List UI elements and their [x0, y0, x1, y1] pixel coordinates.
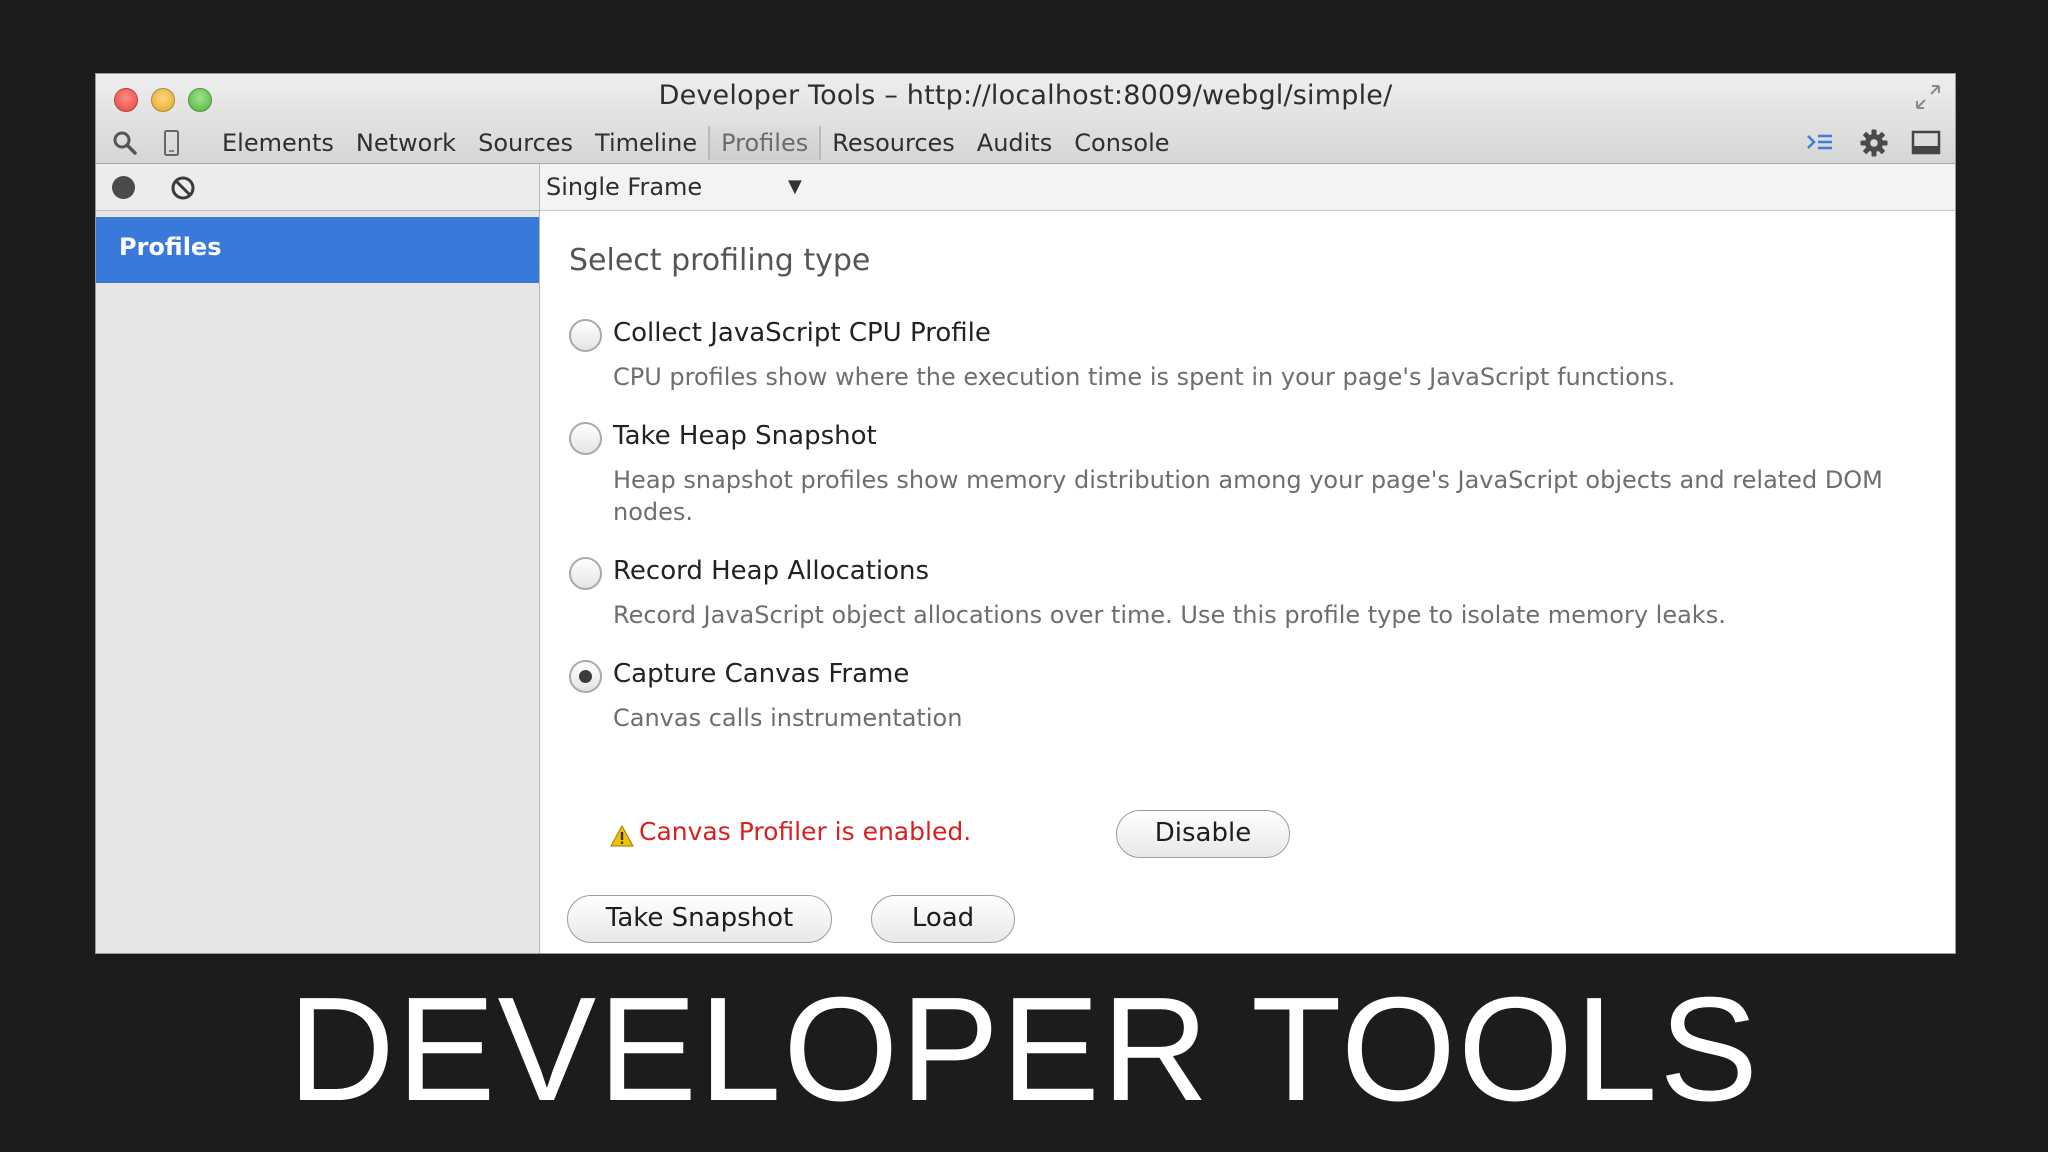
tab-elements[interactable]: Elements [211, 122, 345, 164]
option-description: Record JavaScript object allocations ove… [613, 601, 1726, 629]
dropdown-arrow-icon[interactable]: ▼ [788, 164, 802, 210]
console-drawer-icon[interactable] [1805, 128, 1835, 158]
window-chrome: Developer Tools – http://localhost:8009/… [96, 74, 1955, 164]
radio-heap-snapshot[interactable] [569, 422, 602, 455]
take-snapshot-button[interactable]: Take Snapshot [567, 895, 832, 943]
sidebar-item-profiles[interactable]: Profiles [96, 217, 539, 283]
frame-select[interactable]: Single Frame [546, 164, 702, 210]
radio-cpu-profile[interactable] [569, 319, 602, 352]
load-button[interactable]: Load [871, 895, 1015, 943]
dock-icon[interactable] [1911, 128, 1941, 158]
radio-canvas-frame[interactable] [569, 660, 602, 693]
record-button[interactable] [112, 176, 135, 199]
tab-console[interactable]: Console [1063, 122, 1180, 164]
option-description: CPU profiles show where the execution ti… [613, 363, 1676, 391]
sidebar-toolbar [96, 164, 539, 211]
tab-network[interactable]: Network [345, 122, 467, 164]
tab-sources[interactable]: Sources [467, 122, 584, 164]
tab-audits[interactable]: Audits [966, 122, 1063, 164]
profiles-sidebar: Profiles [96, 164, 540, 953]
page-title: Select profiling type [569, 243, 871, 278]
canvas-profiler-warning: Canvas Profiler is enabled. [639, 817, 972, 846]
tab-profiles[interactable]: Profiles [708, 126, 822, 160]
device-mode-icon[interactable] [156, 128, 186, 158]
option-label[interactable]: Take Heap Snapshot [613, 421, 877, 451]
radio-heap-allocations[interactable] [569, 557, 602, 590]
gear-icon[interactable] [1859, 128, 1889, 158]
slide-caption: DEVELOPER TOOLS [287, 967, 1761, 1132]
warning-icon [610, 825, 634, 847]
devtools-window: Developer Tools – http://localhost:8009/… [95, 73, 1956, 954]
search-icon[interactable] [110, 128, 140, 158]
option-label[interactable]: Capture Canvas Frame [613, 659, 909, 689]
fullscreen-icon[interactable] [1913, 82, 1943, 112]
option-description: Heap snapshot profiles show memory distr… [613, 466, 1883, 526]
profiles-main-panel: Single Frame ▼ Select profiling type Col… [540, 164, 1955, 953]
window-title: Developer Tools – http://localhost:8009/… [658, 80, 1393, 111]
panel-tabs: Elements Network Sources Timeline Profil… [211, 122, 1181, 164]
option-label[interactable]: Record Heap Allocations [613, 556, 929, 586]
main-toolbar: Single Frame ▼ [540, 164, 1955, 211]
disable-button[interactable]: Disable [1116, 810, 1290, 858]
profile-type-chooser: Select profiling type Collect JavaScript… [540, 211, 1955, 953]
option-label[interactable]: Collect JavaScript CPU Profile [613, 318, 991, 348]
option-description: Canvas calls instrumentation [613, 704, 963, 732]
tab-resources[interactable]: Resources [821, 122, 966, 164]
panel-tabs-row: Elements Network Sources Timeline Profil… [96, 122, 1955, 164]
clear-icon[interactable] [169, 174, 197, 202]
tab-timeline[interactable]: Timeline [584, 122, 708, 164]
